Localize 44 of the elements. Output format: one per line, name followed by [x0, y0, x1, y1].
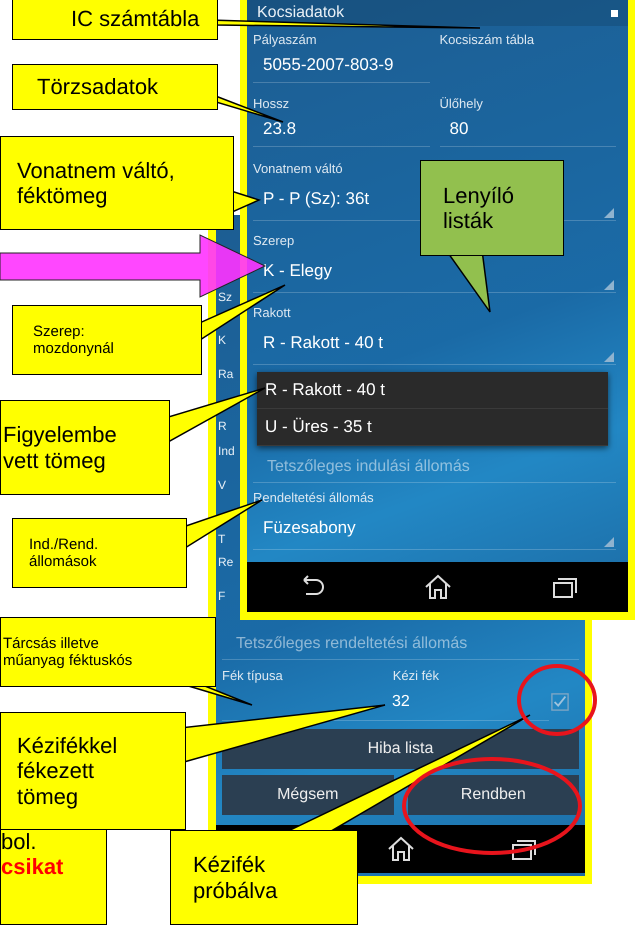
- field-label: Ülőhely: [440, 96, 484, 112]
- callout: Figyelembe vett tömeg: [0, 400, 170, 495]
- callout: Lenyíló listák: [420, 160, 564, 256]
- dropdown-option[interactable]: U - Üres - 35 t: [257, 409, 608, 446]
- field-label: Rendeltetési állomás: [253, 490, 374, 505]
- dropdown-corner-icon: [604, 208, 614, 218]
- callout: IC számtábla: [12, 0, 218, 40]
- home-icon[interactable]: [386, 836, 416, 862]
- callout: Kézifék próbálva: [170, 830, 358, 925]
- callout: Ind./Rend. állomások: [12, 518, 187, 588]
- field-label: Vonatnem váltó: [253, 161, 343, 176]
- input-field[interactable]: 80: [440, 112, 616, 147]
- mass-value[interactable]: 32: [392, 693, 410, 711]
- field-text-fragment: K: [218, 334, 226, 347]
- callout: Kézifékkel fékezett tömeg: [0, 712, 186, 830]
- field-text-fragment: Re: [218, 556, 234, 569]
- field-label: Rakott: [253, 305, 291, 320]
- field-label: Szerep: [253, 233, 294, 248]
- field-label: Kézi fék: [392, 668, 439, 684]
- input-field[interactable]: 5055-2007-803-9: [253, 48, 430, 83]
- screen-title: Kocsiadatok: [257, 4, 344, 22]
- field-text-fragment: Sz: [218, 291, 232, 304]
- callout: Törzsadatok: [12, 64, 218, 110]
- ok-button[interactable]: Rendben: [408, 775, 579, 815]
- hand-brake-checkbox[interactable]: [551, 693, 569, 711]
- field-text-fragment: Ind: [218, 445, 235, 458]
- field-label: Hossz: [253, 96, 290, 112]
- field-text-fragment: V: [218, 479, 226, 492]
- field-text-fragment: R: [218, 420, 227, 433]
- home-icon[interactable]: [422, 574, 452, 600]
- field-text-fragment: Ra: [218, 368, 234, 381]
- callout: Vonatnem váltó, féktömeg: [0, 136, 234, 230]
- dropdown-corner-icon: [604, 352, 614, 362]
- field-label: Kocsiszám tábla: [440, 32, 536, 48]
- note-emphasis: csikat: [1, 854, 64, 880]
- dropdown-corner-icon: [604, 280, 614, 290]
- note-text: bol.: [1, 830, 38, 854]
- field-label: Pályaszám: [253, 32, 318, 48]
- square-icon[interactable]: [611, 10, 618, 16]
- field-text-fragment: F: [218, 590, 226, 603]
- field-label: Fék típusa: [222, 668, 283, 684]
- field-text-fragment: T: [218, 533, 226, 546]
- dropdown-option[interactable]: R - Rakott - 40 t: [257, 372, 608, 409]
- dropdown-corner-icon: [604, 537, 614, 547]
